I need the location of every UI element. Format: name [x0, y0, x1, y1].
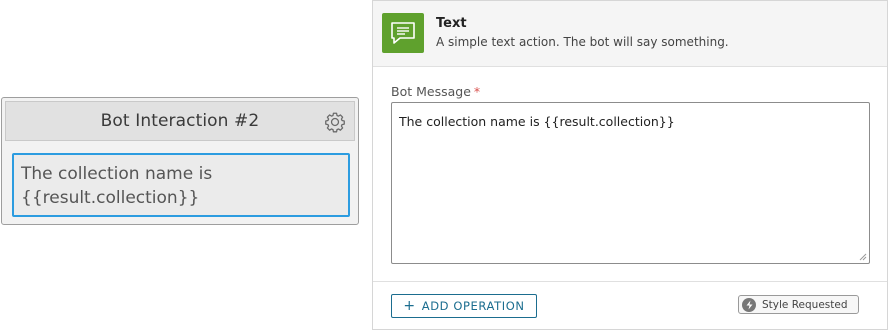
add-operation-label: ADD OPERATION — [421, 299, 525, 313]
action-editor-panel: Text A simple text action. The bot will … — [372, 0, 888, 330]
required-marker: * — [473, 84, 481, 99]
node-title: Bot Interaction #2 — [100, 111, 260, 131]
plus-icon: + — [403, 298, 416, 314]
bot-message-textarea[interactable]: The collection name is {{result.collecti… — [391, 102, 870, 264]
node-message-preview[interactable]: The collection name is {{result.collecti… — [12, 153, 350, 217]
bot-interaction-node[interactable]: Bot Interaction #2 The collection name i… — [1, 97, 359, 225]
bot-message-label-text: Bot Message — [391, 84, 471, 99]
bot-message-label: Bot Message * — [391, 84, 480, 99]
action-title: Text — [436, 16, 467, 31]
footer-divider — [373, 281, 887, 282]
add-operation-button[interactable]: + ADD OPERATION — [391, 294, 537, 318]
action-description: A simple text action. The bot will say s… — [436, 35, 729, 49]
resize-handle-icon[interactable] — [859, 253, 867, 261]
lightning-icon — [742, 297, 756, 312]
style-requested-badge[interactable]: Style Requested — [738, 295, 859, 314]
action-header: Text A simple text action. The bot will … — [373, 1, 887, 67]
style-requested-label: Style Requested — [762, 298, 848, 311]
node-header: Bot Interaction #2 — [5, 101, 355, 141]
gear-icon[interactable] — [324, 111, 346, 133]
bot-message-value: The collection name is {{result.collecti… — [399, 114, 675, 129]
chat-message-icon — [382, 13, 424, 53]
